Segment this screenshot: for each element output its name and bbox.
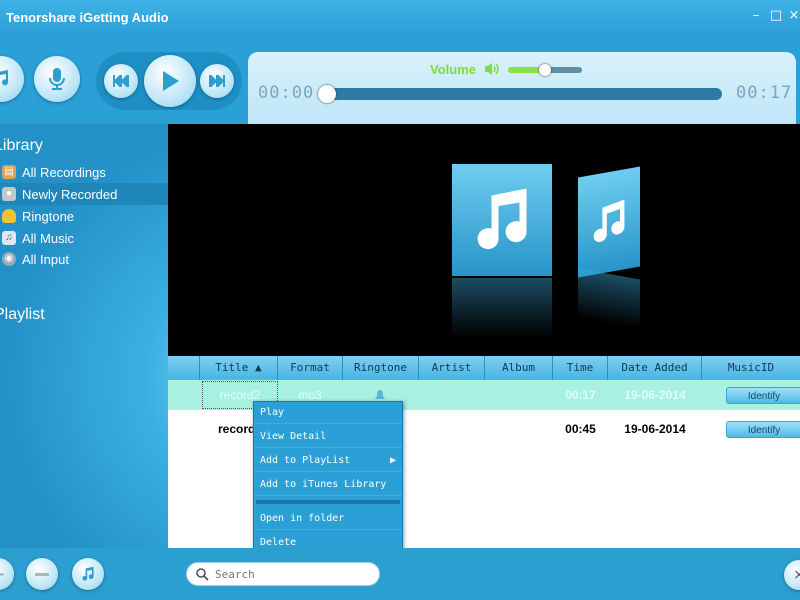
next-button[interactable] (200, 64, 234, 98)
window-title: Tenorshare iGetting Audio (6, 10, 169, 25)
previous-button[interactable] (104, 64, 138, 98)
music-note-icon (82, 566, 94, 581)
new-record-icon: ● (2, 187, 16, 201)
column-date-added[interactable]: Date Added (608, 356, 702, 380)
identify-button[interactable]: Identify (726, 421, 800, 438)
column-format[interactable]: Format (278, 356, 343, 380)
music-note-icon (593, 199, 625, 242)
sidebar-item-label: All Input (22, 251, 69, 267)
settings-button[interactable]: × (784, 560, 800, 590)
minimize-button[interactable]: – (748, 8, 764, 24)
row-date: 19-06-2014 (624, 422, 686, 436)
bell-icon (2, 209, 16, 223)
menu-item-open-in-folder[interactable]: Open in folder (254, 508, 402, 530)
menu-item-play[interactable]: Play (254, 402, 402, 424)
album-cover-side (578, 166, 640, 278)
sidebar-item-all-recordings[interactable]: ▤ All Recordings (0, 161, 168, 183)
row-date: 19-06-2014 (624, 388, 686, 402)
speaker-icon[interactable] (484, 62, 500, 76)
identify-button[interactable]: Identify (726, 387, 800, 404)
add-button[interactable]: + (0, 558, 14, 590)
close-icon: × (793, 567, 800, 583)
sidebar-item-label: Ringtone (22, 208, 75, 224)
recordings-icon: ▤ (2, 165, 16, 179)
music-note-icon (477, 188, 527, 250)
column-album[interactable]: Album (485, 356, 553, 380)
volume-label: Volume (430, 62, 476, 77)
seek-knob[interactable] (318, 85, 336, 103)
search-box[interactable] (186, 562, 380, 586)
player-area (0, 36, 800, 142)
row-time: 00:17 (565, 388, 596, 402)
microphone-icon (49, 68, 65, 90)
sidebar-item-label: Newly Recorded (22, 186, 118, 202)
menu-item-add-to-itunes[interactable]: Add to iTunes Library (254, 474, 402, 496)
music-note-icon (0, 70, 9, 86)
transport-controls (96, 52, 242, 110)
close-button[interactable]: × (786, 8, 800, 24)
sidebar-item-ringtone[interactable]: Ringtone (0, 205, 168, 227)
play-button[interactable] (144, 55, 196, 107)
table-header-blank (168, 356, 200, 380)
search-icon (196, 568, 209, 581)
context-menu: Play View Detail Add to PlayList ▶ Add t… (253, 401, 403, 553)
elapsed-time: 00:00 (258, 83, 315, 103)
row-time: 00:45 (565, 422, 596, 436)
ringtone-bell-icon (375, 390, 385, 399)
cover-preview (168, 124, 800, 356)
menu-separator (256, 500, 400, 504)
library-heading: Library (0, 137, 43, 154)
sidebar-item-label: All Recordings (22, 164, 106, 180)
total-time: 00:17 (736, 83, 793, 103)
album-cover-side-reflection (578, 268, 640, 330)
sidebar-item-label: All Music (22, 230, 75, 246)
playlist-heading: Playlist (0, 306, 45, 323)
volume-knob[interactable] (539, 64, 551, 76)
add-music-button[interactable] (72, 558, 104, 590)
input-icon: ◉ (2, 252, 16, 266)
bottom-toolbar: + × (0, 548, 800, 600)
volume-slider[interactable] (508, 64, 582, 76)
sidebar-item-all-music[interactable]: ♫ All Music (0, 227, 168, 249)
rewind-icon (113, 75, 129, 87)
submenu-arrow-icon: ▶ (389, 455, 396, 466)
column-title[interactable]: Title ▲ (200, 356, 278, 380)
column-musicid[interactable]: MusicID (702, 356, 800, 380)
menu-item-add-to-playlist[interactable]: Add to PlayList ▶ (254, 450, 402, 472)
plus-icon: + (0, 564, 6, 585)
seek-bar[interactable] (318, 85, 722, 103)
sidebar: Library ▤ All Recordings ● Newly Recorde… (0, 124, 168, 548)
title-bar: Tenorshare iGetting Audio – □ × (0, 0, 800, 36)
column-ringtone[interactable]: Ringtone (343, 356, 419, 380)
fast-forward-icon (209, 75, 225, 87)
play-icon (163, 71, 179, 91)
minus-icon (35, 572, 49, 576)
menu-item-view-detail[interactable]: View Detail (254, 426, 402, 448)
album-cover-reflection (452, 278, 552, 338)
album-cover (452, 164, 552, 276)
music-icon: ♫ (2, 231, 16, 245)
music-mode-button[interactable] (0, 56, 24, 102)
column-time[interactable]: Time (553, 356, 608, 380)
table-header: Title ▲ Format Ringtone Artist Album Tim… (168, 356, 800, 380)
sidebar-item-newly-recorded[interactable]: ● Newly Recorded (0, 183, 168, 205)
sidebar-item-all-input[interactable]: ◉ All Input (0, 248, 168, 270)
search-input[interactable] (215, 566, 375, 582)
remove-button[interactable] (26, 558, 58, 590)
column-artist[interactable]: Artist (419, 356, 485, 380)
restore-button[interactable]: □ (768, 8, 784, 24)
microphone-button[interactable] (34, 56, 80, 102)
